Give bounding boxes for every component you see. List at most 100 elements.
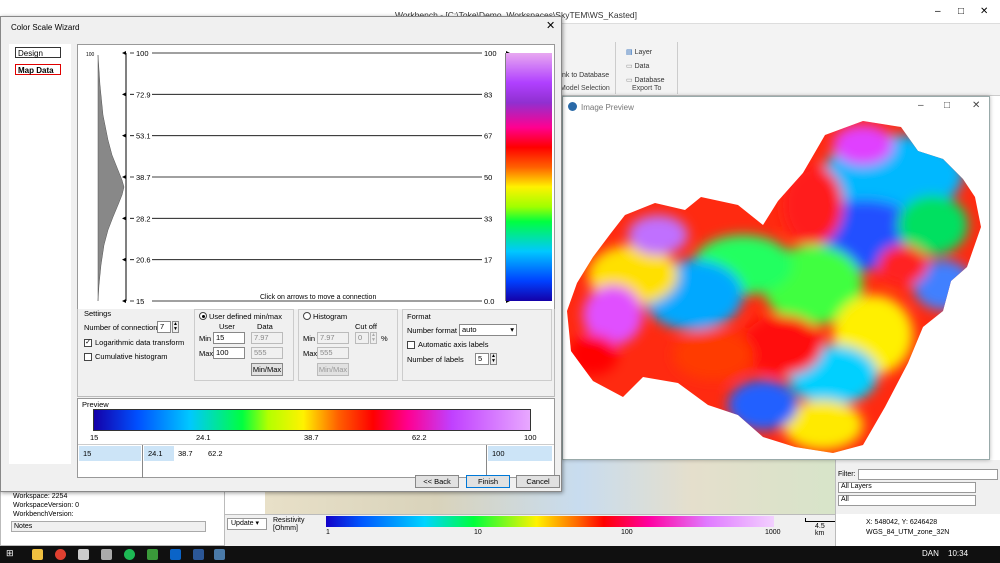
checkmark-icon: ✓ [85, 339, 91, 346]
update-dropdown[interactable]: Update ▾ [227, 518, 267, 530]
connection-arrow-icon[interactable] [122, 257, 126, 262]
preview-title: Preview [82, 400, 109, 409]
nav-item-map-data[interactable]: Map Data [15, 64, 61, 75]
outlook-icon[interactable] [170, 549, 181, 560]
preview-tick: 62.2 [412, 433, 427, 442]
ribbon-database-button[interactable]: ▭ Database [626, 76, 665, 84]
preview-cell[interactable]: 38.7 [174, 446, 204, 461]
num-labels-input[interactable]: 5 [475, 353, 489, 365]
ribbon-data-button[interactable]: ▭ Data [626, 62, 649, 70]
preview-area: Preview 15 24.1 38.7 62.2 100 15 24.1 38… [77, 398, 555, 478]
layers-dropdown[interactable]: All Layers [838, 482, 976, 493]
cancel-button[interactable]: Cancel [516, 475, 560, 488]
num-connections-input[interactable]: 7 [157, 321, 171, 333]
value-label: 20.6 [136, 256, 151, 265]
color-connection-chart[interactable]: 100 100 100 72.9 83 53.1 67 38.7 50 28.2 33 20.6 17… [77, 44, 555, 326]
cumulative-histogram-label: Cumulative histogram [95, 352, 168, 361]
connection-arrow-icon[interactable] [122, 92, 126, 97]
histogram-title: Histogram [313, 312, 348, 321]
finish-button[interactable]: Finish [466, 475, 510, 488]
hist-max-field: 555 [317, 347, 349, 359]
app-icon [568, 102, 577, 111]
divider [142, 445, 143, 478]
percent-label: 83 [484, 90, 492, 99]
nav-item-design[interactable]: Design [15, 47, 61, 58]
settings-title: Settings [84, 309, 112, 318]
min-user-input[interactable]: 15 [213, 332, 245, 344]
number-format-select[interactable]: auto ▾ [459, 324, 517, 336]
hist-max-label: Max [303, 349, 318, 358]
auto-axis-labels-checkbox[interactable] [407, 341, 415, 349]
model-selection-label: Model Selection [560, 85, 610, 92]
resistivity-map-image [567, 121, 981, 453]
word-icon[interactable] [193, 549, 204, 560]
connection-arrow-icon[interactable] [122, 216, 126, 221]
notes-header[interactable]: Notes [11, 521, 206, 532]
options-area: Settings Number of connections 7 ▲ ▼ ✓ Lo… [77, 309, 555, 397]
maximize-icon[interactable]: □ [944, 100, 950, 111]
spotify-icon[interactable] [124, 549, 135, 560]
ribbon-layer-button[interactable]: ▤ Layer [626, 48, 652, 56]
value-label: 38.7 [136, 173, 151, 182]
store-icon[interactable] [78, 549, 89, 560]
cutoff-label: Cut off [355, 322, 377, 331]
max-user-input[interactable]: 100 [213, 347, 245, 359]
notepad-icon[interactable] [101, 549, 112, 560]
min-max-button[interactable]: Min/Max [251, 363, 283, 376]
connection-arrow-icon[interactable] [122, 133, 126, 138]
hist-min-label: Min [303, 334, 316, 343]
preview-cell[interactable]: 62.2 [204, 446, 234, 461]
preview-cell-max[interactable]: 100 [488, 446, 552, 461]
preview-cell-min[interactable]: 15 [79, 446, 141, 461]
clock[interactable]: 10:34 [948, 549, 968, 558]
log-transform-checkbox[interactable]: ✓ [84, 339, 92, 347]
num-labels-stepper[interactable]: ▲ ▼ [490, 353, 497, 365]
back-button[interactable]: << Back [415, 475, 459, 488]
close-icon[interactable]: ✕ [980, 6, 988, 17]
percent-label: 67 [484, 132, 492, 141]
settings-group: Settings Number of connections 7 ▲ ▼ ✓ Lo… [80, 309, 192, 381]
app-icon[interactable] [147, 549, 158, 560]
image-preview-window[interactable]: Image Preview – □ ✕ [562, 96, 990, 460]
close-icon[interactable]: ✕ [546, 19, 555, 32]
all-dropdown[interactable]: All [838, 495, 976, 506]
connection-arrow-icon[interactable] [122, 299, 126, 303]
max-data-field: 555 [251, 347, 283, 359]
log-transform-label: Logarithmic data transform [95, 338, 185, 347]
filter-input[interactable] [858, 469, 998, 480]
user-defined-radio[interactable] [199, 312, 207, 320]
preview-tick: 100 [524, 433, 537, 442]
connection-arrow-icon[interactable] [122, 51, 126, 55]
color-scale-wizard-dialog[interactable]: Color Scale Wizard ✕ Design Map Data 100… [0, 16, 562, 492]
preview-values-row: 15 24.1 38.7 62.2 100 [78, 444, 554, 478]
file-explorer-icon[interactable] [32, 549, 43, 560]
num-connections-stepper[interactable]: ▲ ▼ [172, 321, 179, 333]
minimize-icon[interactable]: – [918, 100, 924, 111]
export-to-label: Export To [632, 85, 662, 92]
histogram-top-label: 100 [86, 52, 95, 58]
windows-start-icon[interactable]: ⊞ [6, 548, 17, 559]
maximize-icon[interactable]: □ [958, 6, 964, 17]
layer-filter-panel: Filter: All Layers All [835, 460, 1000, 514]
chart-hint: Click on arrows to move a connection [260, 294, 376, 301]
link-to-database-button[interactable]: nk to Database [562, 72, 609, 79]
histogram-radio[interactable] [303, 312, 311, 320]
min-data-field: 7.97 [251, 332, 283, 344]
minimize-icon[interactable]: – [935, 6, 941, 17]
workbench-icon[interactable] [214, 549, 225, 560]
percent-label: 0.0 [484, 297, 494, 306]
preview-tick: 38.7 [304, 433, 319, 442]
data-icon: ▭ [626, 63, 633, 70]
chrome-icon[interactable] [55, 549, 66, 560]
connection-arrow-icon[interactable] [122, 175, 126, 179]
percent-label: 17 [484, 256, 492, 265]
preview-tick: 15 [90, 433, 99, 442]
language-indicator[interactable]: DAN [922, 549, 939, 558]
preview-cell[interactable]: 24.1 [144, 446, 174, 461]
cumulative-histogram-checkbox[interactable] [84, 353, 92, 361]
max-label: Max [199, 349, 214, 358]
hist-min-max-button: Min/Max [317, 363, 349, 376]
close-icon[interactable]: ✕ [972, 100, 980, 111]
connection-chart-svg[interactable]: 100 100 100 72.9 83 53.1 67 38.7 50 28.2 33 20.6 17… [78, 45, 554, 309]
dialog-buttons: << Back Finish Cancel [1, 475, 561, 491]
